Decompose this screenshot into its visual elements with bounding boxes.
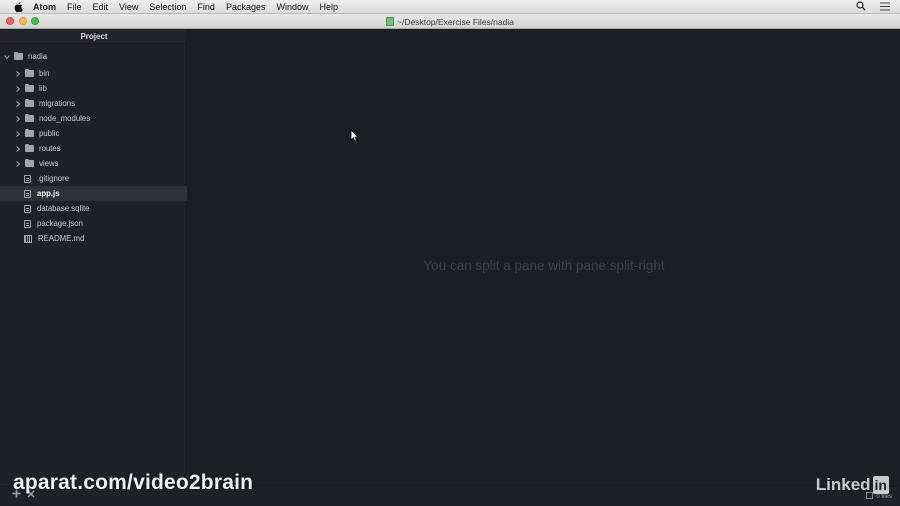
chevron-right-icon[interactable]: [15, 85, 21, 92]
folder-icon: [25, 113, 34, 122]
tree-view-panel: Project nadia bin lib migrations node_mo…: [0, 30, 187, 506]
spotlight-search-icon[interactable]: [856, 1, 866, 13]
tree-folder-public[interactable]: public: [0, 126, 187, 141]
chevron-right-icon[interactable]: [15, 130, 21, 137]
tree-root-label: nadia: [28, 52, 48, 61]
folder-icon: [25, 68, 34, 77]
menu-help[interactable]: Help: [319, 0, 338, 14]
empty-pane-hint: You can split a pane with pane:split-rig…: [423, 258, 665, 273]
tree-folder-label: bin: [39, 69, 50, 78]
file-text-icon: [24, 219, 31, 228]
chevron-right-icon[interactable]: [15, 100, 21, 107]
tree-folder-label: routes: [39, 144, 61, 153]
book-icon: [24, 234, 32, 243]
linkedin-in-badge: in: [872, 476, 889, 494]
tree-folder-label: migrations: [39, 99, 75, 108]
tree-folder-migrations[interactable]: migrations: [0, 96, 187, 111]
tree-view-header[interactable]: Project: [0, 30, 186, 44]
menu-app-atom[interactable]: Atom: [33, 0, 56, 14]
linkedin-word: Linked: [815, 475, 871, 494]
tree-file-package-json[interactable]: package.json: [0, 216, 187, 231]
tree-folder-label: lib: [39, 84, 47, 93]
tree-folder-label: node_modules: [39, 114, 91, 123]
tree-folder-label: public: [39, 129, 60, 138]
tree-folder-bin[interactable]: bin: [0, 66, 187, 81]
file-text-icon: [24, 189, 31, 198]
tree-folder-views[interactable]: views: [0, 156, 187, 171]
menu-view[interactable]: View: [119, 0, 138, 14]
tree-file-app-js[interactable]: app.js: [0, 186, 187, 201]
mouse-pointer-icon: [350, 129, 359, 147]
menu-selection[interactable]: Selection: [149, 0, 186, 14]
folder-icon: [25, 98, 34, 107]
tree-root-folder[interactable]: nadia: [0, 49, 187, 64]
tree-file-label: package.json: [37, 219, 83, 228]
chevron-right-icon[interactable]: [15, 115, 21, 122]
menu-window[interactable]: Window: [276, 0, 308, 14]
window-title-text: ~/Desktop/Exercise Files/nadia: [397, 16, 514, 27]
chevron-down-icon[interactable]: [4, 54, 10, 60]
notification-center-icon[interactable]: [880, 2, 890, 13]
window-title: ~/Desktop/Exercise Files/nadia: [0, 14, 900, 29]
tree-file-label: .gitignore: [37, 174, 70, 183]
tree-folder-node-modules[interactable]: node_modules: [0, 111, 187, 126]
aparat-watermark: aparat.com/video2brain: [13, 471, 254, 494]
folder-icon: [25, 143, 34, 152]
menu-edit[interactable]: Edit: [93, 0, 109, 14]
window-titlebar[interactable]: ~/Desktop/Exercise Files/nadia: [0, 14, 900, 29]
tree-folder-label: views: [39, 159, 59, 168]
folder-icon: [25, 83, 34, 92]
editor-pane[interactable]: You can split a pane with pane:split-rig…: [188, 30, 900, 506]
folder-icon: [14, 51, 23, 60]
chevron-right-icon[interactable]: [15, 160, 21, 167]
file-text-icon: [24, 204, 31, 213]
menu-file[interactable]: File: [67, 0, 82, 14]
tree-file-readme[interactable]: README.md: [0, 231, 187, 246]
menu-find[interactable]: Find: [197, 0, 215, 14]
apple-menu-icon[interactable]: [13, 1, 23, 12]
tree-file-label: app.js: [37, 189, 60, 198]
linkedin-watermark: Linked in: [816, 475, 889, 495]
tree-folder-routes[interactable]: routes: [0, 141, 187, 156]
folder-proxy-icon[interactable]: [386, 17, 395, 26]
chevron-right-icon[interactable]: [15, 70, 21, 77]
folder-icon: [25, 128, 34, 137]
tree-file-label: database.sqlite: [37, 204, 90, 213]
file-text-icon: [24, 174, 31, 183]
menu-bar: Atom File Edit View Selection Find Packa…: [0, 0, 900, 14]
tree-file-label: README.md: [38, 234, 85, 243]
tree-file-gitignore[interactable]: .gitignore: [0, 171, 187, 186]
chevron-right-icon[interactable]: [15, 145, 21, 152]
tree-file-database-sqlite[interactable]: database.sqlite: [0, 201, 187, 216]
menu-packages[interactable]: Packages: [226, 0, 266, 14]
tree-folder-lib[interactable]: lib: [0, 81, 187, 96]
folder-icon: [25, 158, 34, 167]
